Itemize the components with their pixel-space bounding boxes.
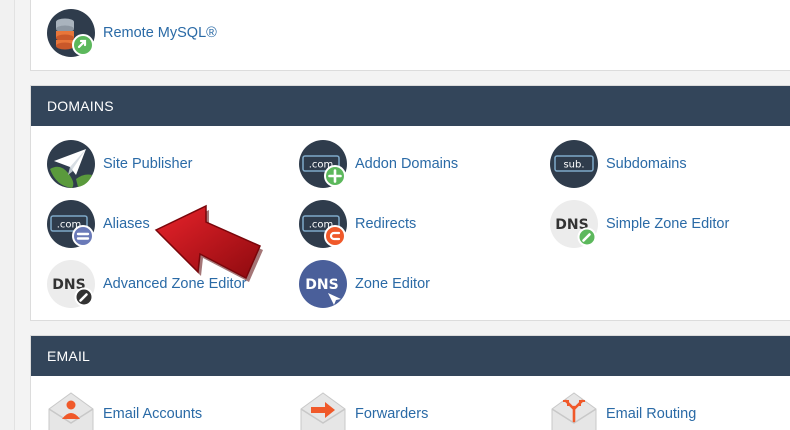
redirects-link[interactable]: .com Redirects: [298, 199, 416, 249]
addon-domains-icon: .com: [298, 139, 348, 189]
forwarders-icon: [298, 389, 348, 430]
simple-zone-editor-icon: DNS: [549, 199, 599, 249]
subdomains-icon: sub.: [549, 139, 599, 189]
email-accounts-icon: [46, 389, 96, 430]
aliases-label: Aliases: [103, 216, 150, 232]
domains-panel: DOMAINS Site Publisher .com Addon Domain…: [30, 85, 790, 321]
remote-mysql-link[interactable]: Remote MySQL®: [46, 8, 217, 58]
email-routing-label: Email Routing: [606, 406, 697, 422]
email-routing-link[interactable]: Email Routing: [549, 389, 696, 430]
remote-mysql-icon: [46, 8, 96, 58]
simple-zone-editor-link[interactable]: DNS Simple Zone Editor: [549, 199, 729, 249]
forwarders-label: Forwarders: [355, 406, 429, 422]
advanced-zone-editor-icon: DNS: [46, 259, 96, 309]
databases-panel: Remote MySQL®: [30, 0, 790, 71]
email-panel: EMAIL Email Accounts Forwarders Email Ro…: [30, 335, 790, 430]
subdomains-label: Subdomains: [606, 156, 687, 172]
zone-editor-icon-text: DNS: [305, 277, 338, 293]
zone-editor-icon: DNS: [298, 259, 348, 309]
redirects-icon: .com: [298, 199, 348, 249]
site-publisher-icon: [46, 139, 96, 189]
left-rail: [0, 0, 15, 430]
advanced-zone-editor-link[interactable]: DNS Advanced Zone Editor: [46, 259, 246, 309]
site-publisher-label: Site Publisher: [103, 156, 193, 172]
forwarders-link[interactable]: Forwarders: [298, 389, 428, 430]
advanced-zone-editor-label: Advanced Zone Editor: [103, 276, 247, 292]
domains-header[interactable]: DOMAINS: [31, 86, 790, 126]
aliases-icon: .com: [46, 199, 96, 249]
zone-editor-label: Zone Editor: [355, 276, 430, 292]
email-header[interactable]: EMAIL: [31, 336, 790, 376]
addon-domains-label: Addon Domains: [355, 156, 459, 172]
subdomains-link[interactable]: sub. Subdomains: [549, 139, 687, 189]
redirects-label: Redirects: [355, 216, 417, 232]
simple-zone-editor-label: Simple Zone Editor: [606, 216, 730, 232]
email-accounts-label: Email Accounts: [103, 406, 203, 422]
remote-mysql-label: Remote MySQL®: [103, 25, 217, 41]
subdomains-icon-text: sub.: [563, 160, 584, 171]
zone-editor-link[interactable]: DNS Zone Editor: [298, 259, 430, 309]
email-accounts-link[interactable]: Email Accounts: [46, 389, 202, 430]
addon-domains-link[interactable]: .com Addon Domains: [298, 139, 458, 189]
email-routing-icon: [549, 389, 599, 430]
aliases-link[interactable]: .com Aliases: [46, 199, 150, 249]
site-publisher-link[interactable]: Site Publisher: [46, 139, 192, 189]
